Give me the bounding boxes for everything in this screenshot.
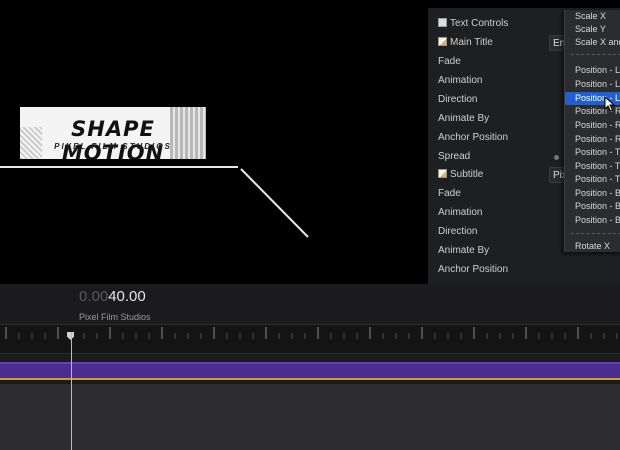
shape-lines: [0, 166, 309, 238]
parameter-dropdown-menu[interactable]: Scale X Scale Y Scale X and Position - L…: [564, 10, 620, 252]
menu-item-position[interactable]: Position - B: [565, 200, 620, 213]
param-animate-by[interactable]: Animate By: [438, 112, 489, 126]
menu-item-position[interactable]: Position - L: [565, 64, 620, 77]
param-animation[interactable]: Animation: [438, 74, 482, 88]
menu-item-scale-x-and[interactable]: Scale X and: [565, 36, 620, 49]
param-direction[interactable]: Direction: [438, 225, 477, 239]
checkbox-icon[interactable]: [438, 18, 447, 27]
param-anchor-position[interactable]: Anchor Position: [438, 263, 508, 277]
param-subtitle[interactable]: Subtitle: [438, 168, 483, 182]
param-fade[interactable]: Fade: [438, 55, 461, 69]
param-anchor-position[interactable]: Anchor Position: [438, 131, 508, 145]
timecode-bright: 40.00: [108, 288, 146, 305]
menu-item-position[interactable]: Position - T: [565, 160, 620, 173]
menu-item-position[interactable]: Position - B: [565, 214, 620, 227]
param-label: Main Title: [450, 37, 493, 48]
clip-label: Pixel Film Studios: [79, 312, 151, 322]
menu-item-scale-y[interactable]: Scale Y: [565, 23, 620, 36]
playhead-line[interactable]: [71, 332, 72, 450]
param-text-controls[interactable]: Text Controls: [438, 17, 508, 31]
note-icon: [438, 37, 447, 46]
spread-slider-knob[interactable]: [554, 155, 559, 160]
param-fade[interactable]: Fade: [438, 187, 461, 201]
param-label: Subtitle: [450, 169, 484, 180]
canvas-viewer: SHAPE MOTION PIXEL FILM STUDIOS: [0, 0, 428, 284]
param-direction[interactable]: Direction: [438, 93, 477, 107]
param-main-title[interactable]: Main Title: [438, 36, 493, 50]
param-label: Text Controls: [450, 18, 509, 29]
timecode-display: 0.0040.00: [79, 288, 146, 305]
menu-item-position[interactable]: Position - R: [565, 133, 620, 146]
menu-separator: [571, 233, 620, 234]
menu-item-position[interactable]: Position - R: [565, 119, 620, 132]
param-animation[interactable]: Animation: [438, 206, 482, 220]
menu-separator: [571, 54, 620, 55]
param-animate-by[interactable]: Animate By: [438, 244, 489, 258]
timeline-ruler[interactable]: [0, 324, 620, 354]
menu-item-position[interactable]: Position - B: [565, 187, 620, 200]
menu-item-position[interactable]: Position - L: [565, 78, 620, 91]
note-icon: [438, 169, 447, 178]
menu-item-rotate-x[interactable]: Rotate X: [565, 240, 620, 253]
param-spread[interactable]: Spread: [438, 150, 470, 164]
timeline-panel: 0.0040.00 Pixel Film Studios: [0, 284, 620, 450]
menu-item-scale-x[interactable]: Scale X: [565, 10, 620, 23]
clip-track[interactable]: [0, 362, 620, 380]
lower-track-area[interactable]: [0, 384, 620, 450]
timecode-dim: 0.00: [79, 288, 109, 305]
menu-item-position[interactable]: Position - T: [565, 173, 620, 186]
menu-item-position[interactable]: Position - T: [565, 146, 620, 159]
mouse-pointer-icon: [604, 96, 616, 112]
